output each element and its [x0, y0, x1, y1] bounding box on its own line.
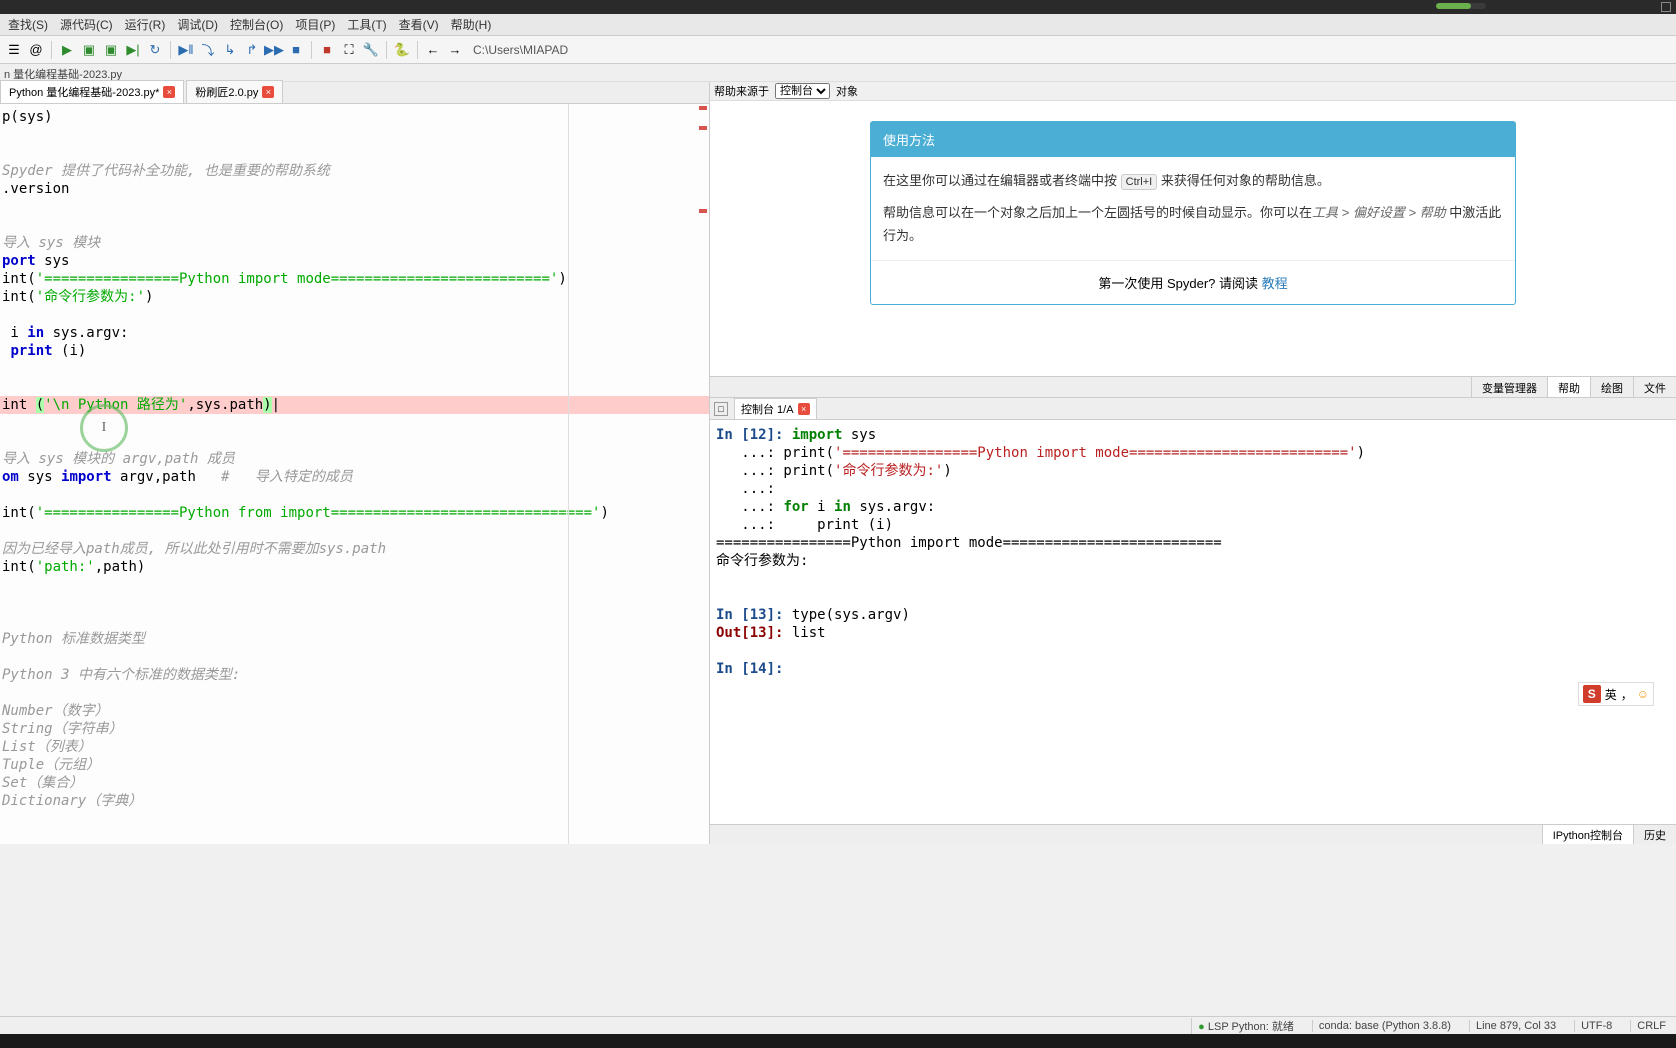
- tab-label: 粉刷匠2.0.py: [195, 84, 258, 100]
- progress-indicator: [1436, 3, 1486, 9]
- fullscreen-icon[interactable]: ⛶: [339, 40, 359, 60]
- title-bar: [0, 0, 1676, 14]
- taskbar[interactable]: [0, 1034, 1676, 1048]
- help-object-label: 对象: [836, 83, 858, 99]
- back-icon[interactable]: ←: [423, 40, 443, 60]
- status-lsp: ● LSP Python: 就绪: [1191, 1018, 1300, 1034]
- menu-item[interactable]: 源代码(C): [54, 14, 119, 35]
- close-icon[interactable]: ×: [798, 403, 810, 415]
- help-header: 帮助来源于 控制台 对象: [710, 82, 1676, 101]
- run-cell-icon[interactable]: ▣: [79, 40, 99, 60]
- menu-item[interactable]: 运行(R): [119, 14, 172, 35]
- right-tab[interactable]: 帮助: [1547, 377, 1590, 397]
- sogou-icon: S: [1583, 685, 1601, 703]
- editor-panel: Python 量化编程基础-2023.py* × 粉刷匠2.0.py × p(sys)…: [0, 82, 710, 844]
- right-tab[interactable]: 变量管理器: [1471, 377, 1547, 397]
- right-pane-tabs: 变量管理器帮助绘图文件: [710, 376, 1676, 398]
- status-linecol: Line 879, Col 33: [1469, 1020, 1562, 1032]
- bottom-tab[interactable]: 历史: [1633, 825, 1676, 844]
- working-dir[interactable]: C:\Users\MIAPAD: [473, 43, 568, 57]
- emoji-icon[interactable]: ☺: [1637, 687, 1649, 701]
- bottom-tab[interactable]: IPython控制台: [1542, 825, 1633, 844]
- console-options-icon[interactable]: □: [714, 402, 728, 416]
- console-panel: □ 控制台 1/A × In [12]: import sys ...: pri…: [710, 398, 1676, 844]
- right-tab[interactable]: 文件: [1633, 377, 1676, 397]
- editor-tab[interactable]: Python 量化编程基础-2023.py* ×: [0, 80, 184, 103]
- forward-icon[interactable]: →: [445, 40, 465, 60]
- close-icon[interactable]: ×: [163, 86, 175, 98]
- menu-item[interactable]: 工具(T): [341, 14, 392, 35]
- tab-label: Python 量化编程基础-2023.py*: [9, 84, 159, 100]
- menu-item[interactable]: 查看(V): [393, 14, 445, 35]
- editor-tabs: Python 量化编程基础-2023.py* × 粉刷匠2.0.py ×: [0, 82, 709, 104]
- code-editor[interactable]: p(sys) Spyder 提供了代码补全功能, 也是重要的帮助系统.versi…: [0, 104, 709, 844]
- at-icon[interactable]: @: [26, 40, 46, 60]
- config-icon[interactable]: 🔧: [361, 40, 381, 60]
- menu-icon[interactable]: ☰: [4, 40, 24, 60]
- step-over-icon[interactable]: ⤵: [198, 40, 218, 60]
- menu-item[interactable]: 帮助(H): [445, 14, 498, 35]
- step-out-icon[interactable]: ↱: [242, 40, 262, 60]
- menu-item[interactable]: 调试(D): [171, 14, 224, 35]
- status-bar: ● LSP Python: 就绪 conda: base (Python 3.8…: [0, 1016, 1676, 1034]
- cursor-highlight: I: [80, 404, 128, 452]
- close-icon[interactable]: ×: [262, 86, 274, 98]
- status-eol: CRLF: [1630, 1020, 1672, 1032]
- menu-item[interactable]: 控制台(O): [224, 14, 289, 35]
- python-icon[interactable]: 🐍: [392, 40, 412, 60]
- run-selection-icon[interactable]: ▶|: [123, 40, 143, 60]
- menu-item[interactable]: 查找(S): [2, 14, 54, 35]
- help-source-label: 帮助来源于: [714, 83, 769, 99]
- ime-indicator[interactable]: S 英 ， ☺: [1578, 682, 1654, 706]
- debug-icon[interactable]: ▶‖: [176, 40, 196, 60]
- menu-item[interactable]: 项目(P): [289, 14, 341, 35]
- console-tab[interactable]: 控制台 1/A ×: [734, 398, 817, 420]
- help-title: 使用方法: [871, 122, 1515, 157]
- continue-icon[interactable]: ▶▶: [264, 40, 284, 60]
- console-output[interactable]: In [12]: import sys ...: print('========…: [710, 420, 1676, 824]
- tutorial-link[interactable]: 教程: [1262, 276, 1288, 291]
- editor-tab[interactable]: 粉刷匠2.0.py ×: [186, 80, 283, 103]
- menu-bar: 查找(S)源代码(C)运行(R)调试(D)控制台(O)项目(P)工具(T)查看(…: [0, 14, 1676, 36]
- toolbar: ☰ @ ▶ ▣ ▣ ▶| ↻ ▶‖ ⤵ ↳ ↱ ▶▶ ■ ■ ⛶ 🔧 🐍 ← →…: [0, 36, 1676, 64]
- console-tabs: □ 控制台 1/A ×: [710, 398, 1676, 420]
- help-usage-box: 使用方法 在这里你可以通过在编辑器或者终端中按 Ctrl+I 来获得任何对象的帮…: [870, 121, 1516, 305]
- help-source-select[interactable]: 控制台: [775, 83, 830, 99]
- maximize-icon[interactable]: [1661, 2, 1671, 12]
- stop-debug-icon[interactable]: ■: [286, 40, 306, 60]
- run-icon[interactable]: ▶: [57, 40, 77, 60]
- kbd-shortcut: Ctrl+I: [1121, 174, 1158, 190]
- stop-icon[interactable]: ■: [317, 40, 337, 60]
- console-bottom-tabs: IPython控制台历史: [710, 824, 1676, 844]
- right-panel: 帮助来源于 控制台 对象 使用方法 在这里你可以通过在编辑器或者终端中按 Ctr…: [710, 82, 1676, 844]
- status-conda[interactable]: conda: base (Python 3.8.8): [1312, 1020, 1457, 1032]
- right-tab[interactable]: 绘图: [1590, 377, 1633, 397]
- run-cell-advance-icon[interactable]: ▣: [101, 40, 121, 60]
- status-encoding: UTF-8: [1574, 1020, 1618, 1032]
- step-into-icon[interactable]: ↳: [220, 40, 240, 60]
- rerun-icon[interactable]: ↻: [145, 40, 165, 60]
